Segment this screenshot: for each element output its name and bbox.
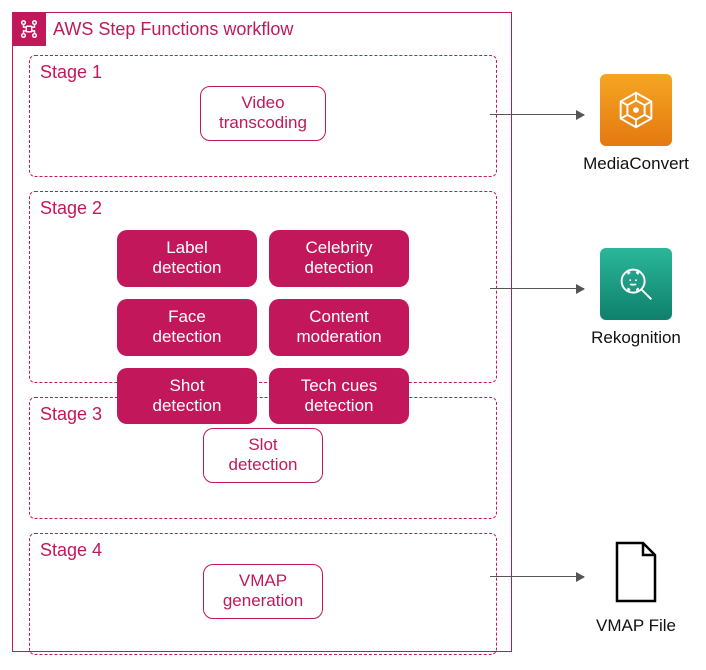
arrow-stage1-to-mediaconvert [490,114,584,115]
task-content-moderation: Contentmoderation [269,299,409,356]
arrow-stage2-to-rekognition [490,288,584,289]
task-vmap-generation: VMAPgeneration [203,564,323,619]
task-celebrity-detection: Celebritydetection [269,230,409,287]
diagram-canvas: AWS Step Functions workflow Stage 1 Vide… [0,0,706,670]
task-face-detection: Facedetection [117,299,257,356]
stage-3-label: Stage 3 [40,404,102,425]
stage-1-label: Stage 1 [40,62,102,83]
workflow-title: AWS Step Functions workflow [53,19,293,40]
stage-4-label: Stage 4 [40,540,102,561]
target-vmap-file: VMAP File [576,536,696,636]
stage-1: Stage 1 Videotranscoding [29,55,497,177]
rekognition-icon [600,248,672,320]
task-slot-detection: Slotdetection [203,428,323,483]
file-icon [600,536,672,608]
task-label-detection: Labeldetection [117,230,257,287]
mediaconvert-icon [600,74,672,146]
target-mediaconvert: MediaConvert [576,74,696,174]
vmap-file-label: VMAP File [576,616,696,636]
step-functions-icon [12,12,46,46]
arrow-stage4-to-vmap [490,576,584,577]
stage-3: Stage 3 Slotdetection [29,397,497,519]
task-video-transcoding: Videotranscoding [200,86,326,141]
target-rekognition: Rekognition [576,248,696,348]
stage-2: Stage 2 Labeldetection Celebritydetectio… [29,191,497,383]
stage-4: Stage 4 VMAPgeneration [29,533,497,655]
stage-2-label: Stage 2 [40,198,102,219]
mediaconvert-label: MediaConvert [576,154,696,174]
workflow-container: AWS Step Functions workflow Stage 1 Vide… [12,12,512,652]
rekognition-label: Rekognition [576,328,696,348]
